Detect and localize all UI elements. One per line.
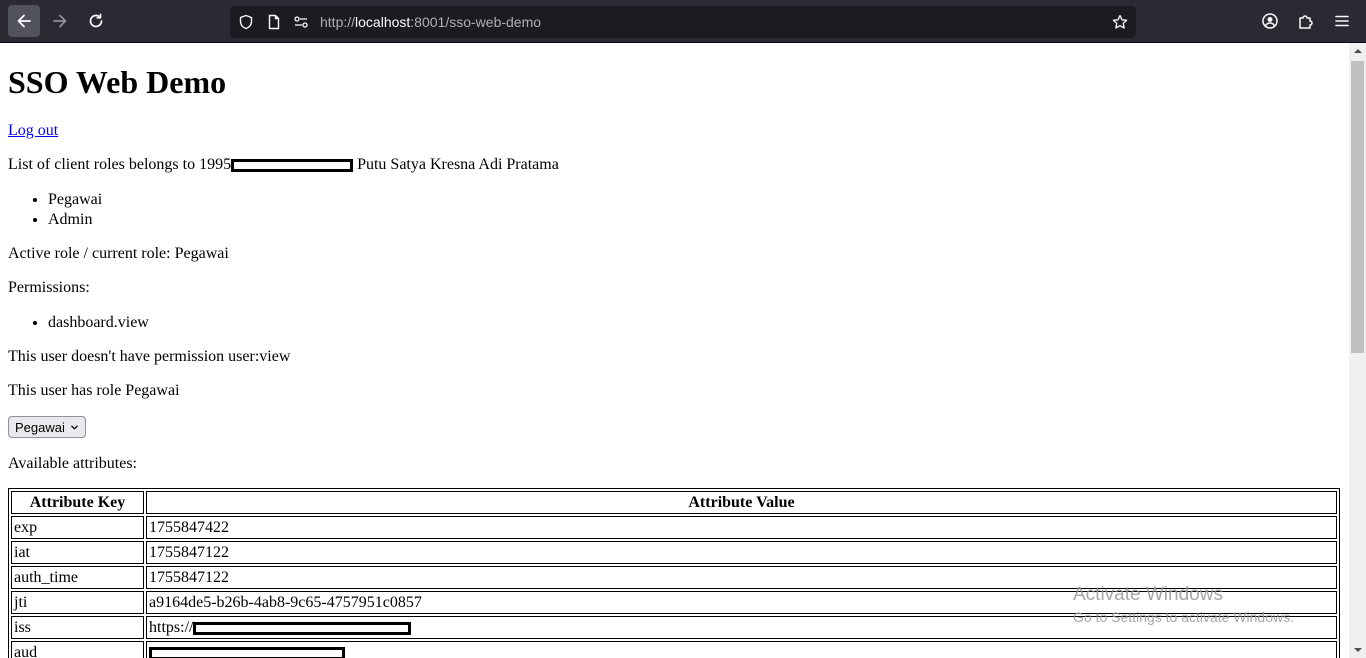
roles-intro-prefix: List of client roles belongs to 1995 [8, 156, 232, 173]
list-item: Pegawai [48, 190, 1342, 210]
scroll-up-button[interactable] [1349, 43, 1366, 59]
back-button[interactable] [8, 5, 40, 37]
arrow-right-icon [53, 14, 67, 28]
role-select-wrapper: Pegawai [8, 416, 1342, 438]
user-name: Putu Satya Kresna Adi Pratama [353, 156, 559, 173]
active-role-text: Active role / current role: Pegawai [8, 245, 229, 262]
url-text[interactable]: http://localhost:8001/sso-web-demo [320, 6, 541, 38]
url-host: localhost [355, 14, 411, 30]
page-title: SSO Web Demo [8, 64, 227, 100]
attribute-value-cell: https:// [146, 616, 1337, 639]
column-header-value: Attribute Value [146, 491, 1337, 514]
attribute-value-cell [146, 641, 1337, 658]
reload-button[interactable] [80, 5, 112, 37]
menu-button[interactable] [1326, 5, 1358, 37]
star-icon[interactable] [1111, 13, 1129, 31]
account-button[interactable] [1254, 5, 1286, 37]
table-header-row: Attribute Key Attribute Value [11, 491, 1337, 514]
attribute-value: https:// [149, 618, 194, 636]
redaction-box [193, 621, 412, 635]
scroll-thumb[interactable] [1351, 61, 1364, 353]
list-item: Admin [48, 210, 1342, 230]
logout-paragraph: Log out [8, 122, 1342, 140]
table-row: aud [11, 641, 1337, 658]
scroll-down-button[interactable] [1349, 642, 1366, 658]
attribute-value: 1755847422 [146, 516, 1337, 539]
extensions-button[interactable] [1290, 5, 1322, 37]
permissions-list: dashboard.view [8, 313, 1342, 333]
page-content: SSO Web Demo Log out List of client role… [8, 43, 1342, 658]
attribute-key: auth_time [11, 566, 144, 589]
table-row: iss https:// [11, 616, 1337, 639]
attribute-key: exp [11, 516, 144, 539]
url-prefix: http:// [320, 14, 356, 30]
address-bar[interactable]: http://localhost:8001/sso-web-demo [230, 6, 1136, 38]
table-row: iat 1755847122 [11, 541, 1337, 564]
redaction-box [231, 159, 354, 172]
shield-icon[interactable] [237, 13, 255, 31]
role-select-value: Pegawai [15, 419, 65, 435]
forward-button[interactable] [44, 5, 76, 37]
scroll-up-arrow-icon [1353, 49, 1362, 53]
permissions-icon[interactable] [292, 13, 310, 31]
roles-intro: List of client roles belongs to 1995 Put… [8, 156, 1342, 174]
column-header-key: Attribute Key [11, 491, 144, 514]
attribute-key: jti [11, 591, 144, 614]
table-row: exp 1755847422 [11, 516, 1337, 539]
list-item: dashboard.view [48, 313, 1342, 333]
attribute-key: aud [11, 641, 144, 658]
reload-icon [89, 13, 103, 28]
account-icon [1262, 13, 1278, 29]
no-permission-text: This user doesn't have permission user:v… [8, 348, 291, 365]
logout-link[interactable]: Log out [8, 122, 58, 139]
attributes-label: Available attributes: [8, 455, 137, 472]
attributes-table: Attribute Key Attribute Value exp 175584… [8, 488, 1340, 658]
role-select[interactable]: Pegawai [8, 416, 86, 438]
puzzle-icon [1299, 15, 1313, 29]
redaction-box [149, 646, 345, 658]
vertical-scrollbar[interactable] [1349, 43, 1366, 658]
hamburger-menu-icon [1335, 15, 1349, 27]
browser-toolbar: http://localhost:8001/sso-web-demo [0, 0, 1366, 43]
attribute-value: a9164de5-b26b-4ab8-9c65-4757951c0857 [146, 591, 1337, 614]
has-role-text: This user has role Pegawai [8, 382, 180, 399]
permissions-label: Permissions: [8, 279, 90, 296]
table-row: auth_time 1755847122 [11, 566, 1337, 589]
attribute-key: iss [11, 616, 144, 639]
url-path: :8001/sso-web-demo [410, 14, 542, 30]
arrow-left-icon [17, 14, 31, 28]
page-icon[interactable] [265, 13, 283, 31]
roles-list: Pegawai Admin [8, 190, 1342, 230]
attribute-key: iat [11, 541, 144, 564]
chevron-down-icon [71, 425, 78, 429]
scroll-down-arrow-icon [1353, 648, 1362, 652]
attribute-value: 1755847122 [146, 566, 1337, 589]
attribute-value: 1755847122 [146, 541, 1337, 564]
table-row: jti a9164de5-b26b-4ab8-9c65-4757951c0857 [11, 591, 1337, 614]
